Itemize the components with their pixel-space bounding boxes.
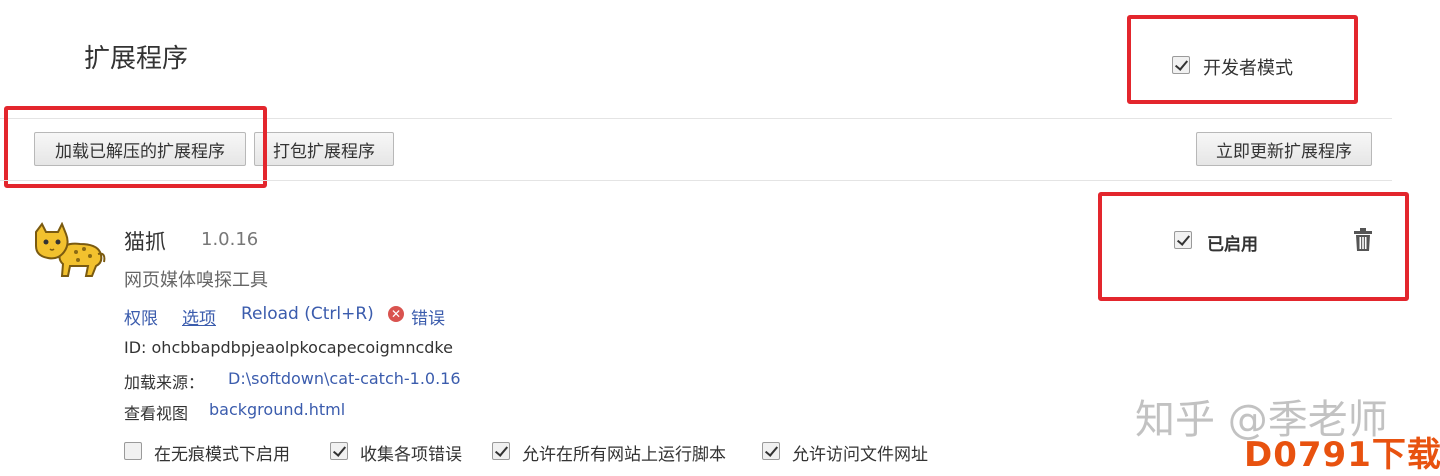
collect-errors-label[interactable]: 收集各项错误 (360, 440, 462, 465)
all-sites-checkbox[interactable] (492, 442, 510, 460)
inspect-views-label: 查看视图 (124, 404, 189, 423)
all-sites-label[interactable]: 允许在所有网站上运行脚本 (522, 440, 726, 465)
errors-link[interactable]: 错误 (411, 304, 445, 329)
error-icon: ✕ (388, 306, 404, 322)
highlight-box-load-unpacked (4, 106, 267, 188)
permissions-link[interactable]: 权限 (124, 304, 158, 329)
incognito-label[interactable]: 在无痕模式下启用 (154, 440, 290, 465)
load-source-label: 加载来源： (124, 373, 205, 392)
file-urls-label[interactable]: 允许访问文件网址 (792, 440, 928, 465)
cat-extension-icon (35, 222, 106, 277)
update-extensions-button[interactable]: 立即更新扩展程序 (1196, 132, 1372, 166)
incognito-checkbox[interactable] (124, 442, 142, 460)
extension-name: 猫抓 (124, 230, 166, 254)
extension-description: 网页媒体嗅探工具 (124, 270, 268, 291)
background-page-link[interactable]: background.html (209, 400, 345, 419)
site-brand-watermark: D0791下载站 (1244, 435, 1440, 475)
load-source-path[interactable]: D:\softdown\cat-catch-1.0.16 (228, 369, 461, 388)
divider-bottom (0, 180, 1392, 181)
page-title: 扩展程序 (84, 44, 189, 74)
pack-extension-button[interactable]: 打包扩展程序 (254, 132, 394, 166)
extension-version: 1.0.16 (201, 229, 259, 250)
options-link[interactable]: 选项 (182, 304, 216, 329)
collect-errors-checkbox[interactable] (330, 442, 348, 460)
highlight-box-enabled (1098, 192, 1409, 301)
extension-id: ID: ohcbbapdbpjeaolpkocapecoigmncdke (124, 338, 453, 357)
highlight-box-dev-mode (1127, 15, 1358, 104)
file-urls-checkbox[interactable] (762, 442, 780, 460)
reload-link[interactable]: Reload (Ctrl+R) (241, 304, 374, 324)
